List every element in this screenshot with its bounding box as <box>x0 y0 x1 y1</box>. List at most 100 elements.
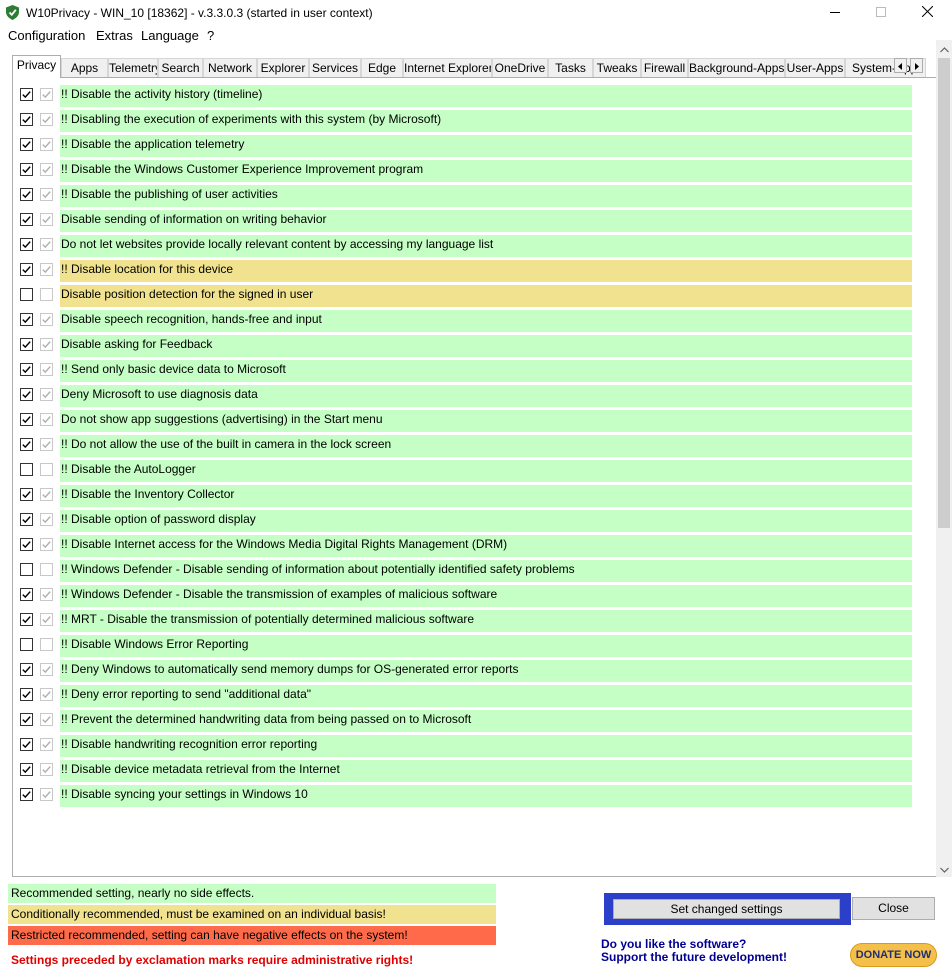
setting-label[interactable]: !! Disable device metadata retrieval fro… <box>60 760 912 782</box>
menu-help[interactable]: ? <box>207 28 214 43</box>
menu-extras[interactable]: Extras <box>96 28 133 43</box>
minimize-button[interactable] <box>812 0 858 26</box>
setting-label[interactable]: !! Disable the Inventory Collector <box>60 485 912 507</box>
setting-label[interactable]: !! Disable the Windows Customer Experien… <box>60 160 912 182</box>
setting-checkbox[interactable] <box>20 488 33 501</box>
setting-label[interactable]: !! Deny error reporting to send "additio… <box>60 685 912 707</box>
setting-label[interactable]: !! Disable Internet access for the Windo… <box>60 535 912 557</box>
setting-checkbox[interactable] <box>20 538 33 551</box>
tab-onedrive[interactable]: OneDrive <box>492 58 548 78</box>
setting-label[interactable]: Disable sending of information on writin… <box>60 210 912 232</box>
setting-label[interactable]: Disable asking for Feedback <box>60 335 912 357</box>
setting-label[interactable]: !! Deny Windows to automatically send me… <box>60 660 912 682</box>
setting-label[interactable]: !! Send only basic device data to Micros… <box>60 360 912 382</box>
tab-tweaks[interactable]: Tweaks <box>593 58 641 78</box>
setting-label[interactable]: !! Disable Windows Error Reporting <box>60 635 912 657</box>
setting-checkbox[interactable] <box>20 188 33 201</box>
tab-firewall[interactable]: Firewall <box>641 58 688 78</box>
setting-row: !! Deny Windows to automatically send me… <box>20 660 912 682</box>
setting-checkbox[interactable] <box>20 263 33 276</box>
setting-row: Disable speech recognition, hands-free a… <box>20 310 912 332</box>
setting-checkbox[interactable] <box>20 113 33 126</box>
setting-label[interactable]: !! Disable handwriting recognition error… <box>60 735 912 757</box>
tab-explorer[interactable]: Explorer <box>257 58 309 78</box>
admin-rights-note: Settings preceded by exclamation marks r… <box>11 953 414 967</box>
tab-privacy[interactable]: Privacy <box>12 55 61 78</box>
setting-label[interactable]: !! Disable the AutoLogger <box>60 460 912 482</box>
setting-checkbox[interactable] <box>20 688 33 701</box>
setting-checkbox[interactable] <box>20 413 33 426</box>
set-changed-settings-button[interactable]: Set changed settings <box>613 899 840 919</box>
setting-checkbox[interactable] <box>20 438 33 451</box>
setting-label[interactable]: !! Disable the publishing of user activi… <box>60 185 912 207</box>
setting-label[interactable]: Do not show app suggestions (advertising… <box>60 410 912 432</box>
setting-label[interactable]: Deny Microsoft to use diagnosis data <box>60 385 912 407</box>
setting-checkbox[interactable] <box>20 88 33 101</box>
setting-checkbox[interactable] <box>20 163 33 176</box>
setting-label[interactable]: Disable speech recognition, hands-free a… <box>60 310 912 332</box>
close-button[interactable]: Close <box>852 897 935 920</box>
donate-button[interactable]: DONATE NOW <box>850 943 937 967</box>
setting-checkbox[interactable] <box>20 638 33 651</box>
setting-row: !! Disable option of password display <box>20 510 912 532</box>
setting-checkbox[interactable] <box>20 663 33 676</box>
setting-row: !! Windows Defender - Disable sending of… <box>20 560 912 582</box>
setting-checkbox[interactable] <box>20 713 33 726</box>
setting-checkbox[interactable] <box>20 513 33 526</box>
scrollbar-thumb[interactable] <box>938 58 950 528</box>
setting-checkbox[interactable] <box>20 238 33 251</box>
setting-checkbox[interactable] <box>20 288 33 301</box>
menu-language[interactable]: Language <box>141 28 199 43</box>
scroll-up-button[interactable] <box>936 40 952 57</box>
close-window-button[interactable] <box>904 0 950 26</box>
setting-checkbox[interactable] <box>20 613 33 626</box>
maximize-button[interactable] <box>858 0 904 26</box>
setting-default-checkbox <box>40 613 53 626</box>
setting-checkbox[interactable] <box>20 338 33 351</box>
vertical-scrollbar[interactable] <box>936 40 952 877</box>
setting-label[interactable]: !! Disable option of password display <box>60 510 912 532</box>
tab-tasks[interactable]: Tasks <box>548 58 593 78</box>
setting-checkbox[interactable] <box>20 213 33 226</box>
setting-label[interactable]: Do not let websites provide locally rele… <box>60 235 912 257</box>
setting-checkbox[interactable] <box>20 763 33 776</box>
setting-label[interactable]: !! Windows Defender - Disable sending of… <box>60 560 912 582</box>
setting-label[interactable]: !! MRT - Disable the transmission of pot… <box>60 610 912 632</box>
menu-bar: Configuration Extras Language ? <box>0 26 952 46</box>
setting-checkbox[interactable] <box>20 588 33 601</box>
setting-label[interactable]: !! Disable the activity history (timelin… <box>60 85 912 107</box>
setting-label[interactable]: Disable position detection for the signe… <box>60 285 912 307</box>
setting-label[interactable]: !! Disable syncing your settings in Wind… <box>60 785 912 807</box>
setting-checkbox[interactable] <box>20 388 33 401</box>
setting-label[interactable]: !! Disable location for this device <box>60 260 912 282</box>
setting-checkbox[interactable] <box>20 563 33 576</box>
menu-configuration[interactable]: Configuration <box>8 28 85 43</box>
tab-scroll-left-button[interactable] <box>894 58 907 73</box>
scroll-down-button[interactable] <box>936 860 952 877</box>
setting-checkbox[interactable] <box>20 788 33 801</box>
setting-label[interactable]: !! Disable the application telemetry <box>60 135 912 157</box>
setting-label[interactable]: !! Disabling the execution of experiment… <box>60 110 912 132</box>
setting-default-checkbox <box>40 688 53 701</box>
tab-strip: Privacy Apps Telemetry Search Network Ex… <box>12 55 926 78</box>
setting-checkbox[interactable] <box>20 138 33 151</box>
setting-label[interactable]: !! Prevent the determined handwriting da… <box>60 710 912 732</box>
setting-row: Deny Microsoft to use diagnosis data <box>20 385 912 407</box>
setting-checkbox[interactable] <box>20 313 33 326</box>
setting-default-checkbox <box>40 388 53 401</box>
setting-label[interactable]: !! Windows Defender - Disable the transm… <box>60 585 912 607</box>
tab-internet-explorer[interactable]: Internet Explorer <box>403 58 492 78</box>
setting-label[interactable]: !! Do not allow the use of the built in … <box>60 435 912 457</box>
tab-apps[interactable]: Apps <box>61 58 108 78</box>
tab-edge[interactable]: Edge <box>361 58 403 78</box>
tab-telemetry[interactable]: Telemetry <box>108 58 158 78</box>
tab-background-apps[interactable]: Background-Apps <box>688 58 785 78</box>
setting-checkbox[interactable] <box>20 363 33 376</box>
setting-checkbox[interactable] <box>20 463 33 476</box>
tab-search[interactable]: Search <box>158 58 203 78</box>
tab-network[interactable]: Network <box>203 58 257 78</box>
tab-user-apps[interactable]: User-Apps <box>785 58 845 78</box>
setting-checkbox[interactable] <box>20 738 33 751</box>
tab-scroll-right-button[interactable] <box>910 58 923 73</box>
tab-services[interactable]: Services <box>309 58 361 78</box>
